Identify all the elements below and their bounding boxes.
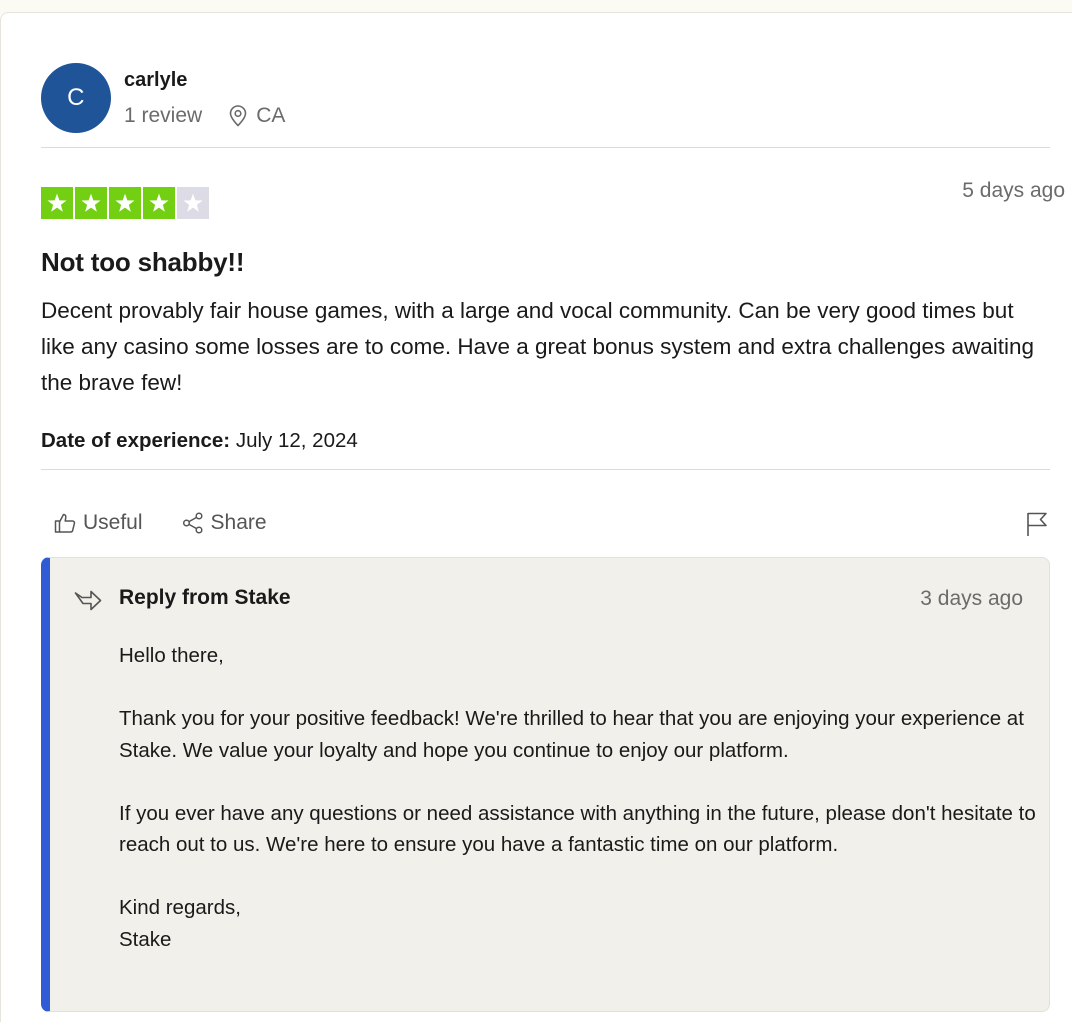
report-button[interactable] (1025, 511, 1049, 542)
flag-icon (1027, 512, 1047, 536)
reply-paragraph: Thank you for your positive feedback! We… (119, 707, 1024, 762)
reviewer-info: carlyle 1 review CA (124, 63, 285, 133)
star-icon (143, 187, 175, 219)
review-actions: Useful Share (53, 511, 267, 535)
share-label: Share (210, 511, 267, 534)
star-icon (75, 187, 107, 219)
date-of-experience: Date of experience: July 12, 2024 (41, 429, 358, 453)
reply-paragraph: Kind regards, Stake (119, 896, 241, 951)
reviewer-location: CA (228, 104, 285, 128)
reply-body: Hello there, Thank you for your positive … (119, 640, 1039, 955)
star-icon (177, 187, 209, 219)
reviewer-meta: 1 review CA (124, 104, 285, 128)
star-icon (41, 187, 73, 219)
review-card: C carlyle 1 review CA 5 days ago Not too… (0, 12, 1072, 1022)
avatar-initial: C (67, 84, 85, 111)
useful-button[interactable]: Useful (53, 511, 143, 535)
reviewer-name[interactable]: carlyle (124, 69, 285, 91)
star-rating (41, 187, 209, 219)
experience-label: Date of experience: (41, 429, 231, 452)
share-button[interactable]: Share (181, 511, 267, 535)
location-text: CA (256, 104, 286, 127)
reply-arrow-icon (74, 590, 102, 611)
review-date: 5 days ago (962, 179, 1065, 202)
review-title[interactable]: Not too shabby!! (41, 247, 245, 278)
star-icon (109, 187, 141, 219)
reply-paragraph: If you ever have any questions or need a… (119, 801, 1036, 857)
review-body: Decent provably fair house games, with a… (41, 298, 1035, 395)
review-count: 1 review (124, 104, 203, 127)
thumbs-up-icon (54, 513, 76, 533)
reply-date: 3 days ago (920, 587, 1023, 610)
reply-author: Reply from Stake (119, 586, 291, 609)
map-pin-icon (229, 105, 247, 127)
share-icon (182, 512, 203, 534)
divider (41, 147, 1050, 148)
reviewer-header: C carlyle 1 review CA (41, 63, 285, 133)
divider (41, 469, 1050, 470)
experience-date: July 12, 2024 (235, 429, 358, 452)
useful-label: Useful (83, 511, 143, 534)
avatar[interactable]: C (41, 63, 111, 133)
reply-paragraph: Hello there, (119, 644, 224, 667)
company-reply: Reply from Stake 3 days ago Hello there,… (41, 557, 1050, 1012)
